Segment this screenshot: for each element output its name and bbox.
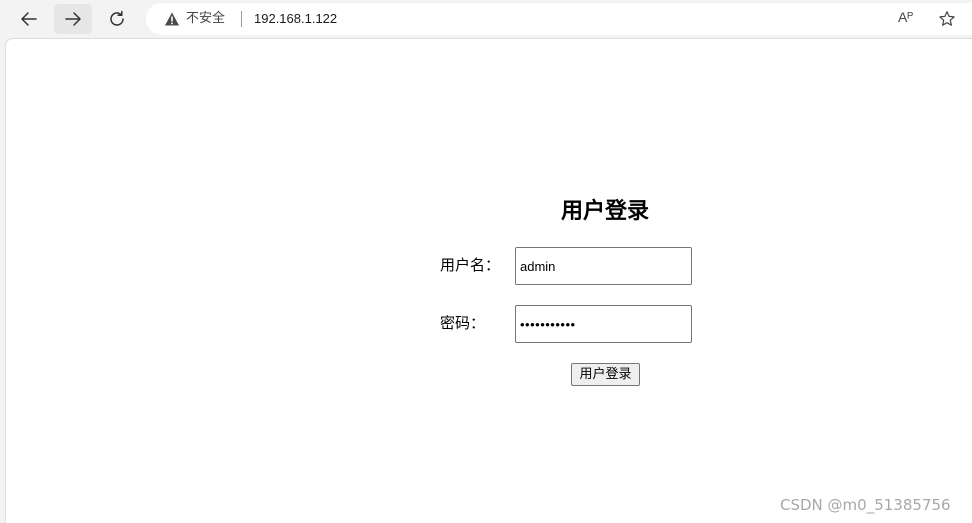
page-viewport <box>5 38 972 523</box>
arrow-right-icon <box>65 12 81 26</box>
address-separator <box>241 11 242 27</box>
back-button[interactable] <box>10 4 48 34</box>
browser-toolbar: 不安全 192.168.1.122 Aᴾ <box>0 0 972 38</box>
star-outline-icon[interactable] <box>938 10 956 28</box>
reload-icon <box>110 10 124 26</box>
arrow-left-icon <box>21 12 37 26</box>
password-label: 密码： <box>440 314 486 332</box>
username-label: 用户名： <box>440 256 501 274</box>
security-status-label[interactable]: 不安全 <box>186 10 225 28</box>
address-bar[interactable]: 不安全 192.168.1.122 Aᴾ <box>146 3 972 35</box>
watermark-text: CSDN @m0_51385756 <box>780 496 951 514</box>
forward-button[interactable] <box>54 4 92 34</box>
password-input[interactable] <box>515 305 692 343</box>
username-input[interactable] <box>515 247 692 285</box>
reload-button[interactable] <box>98 4 136 34</box>
read-aloud-icon[interactable]: Aᴾ <box>898 9 920 29</box>
warning-triangle-icon[interactable] <box>164 11 180 27</box>
page-title: 用户登录 <box>560 199 649 224</box>
url-text[interactable]: 192.168.1.122 <box>254 10 337 28</box>
login-button[interactable]: 用户登录 <box>571 363 640 386</box>
